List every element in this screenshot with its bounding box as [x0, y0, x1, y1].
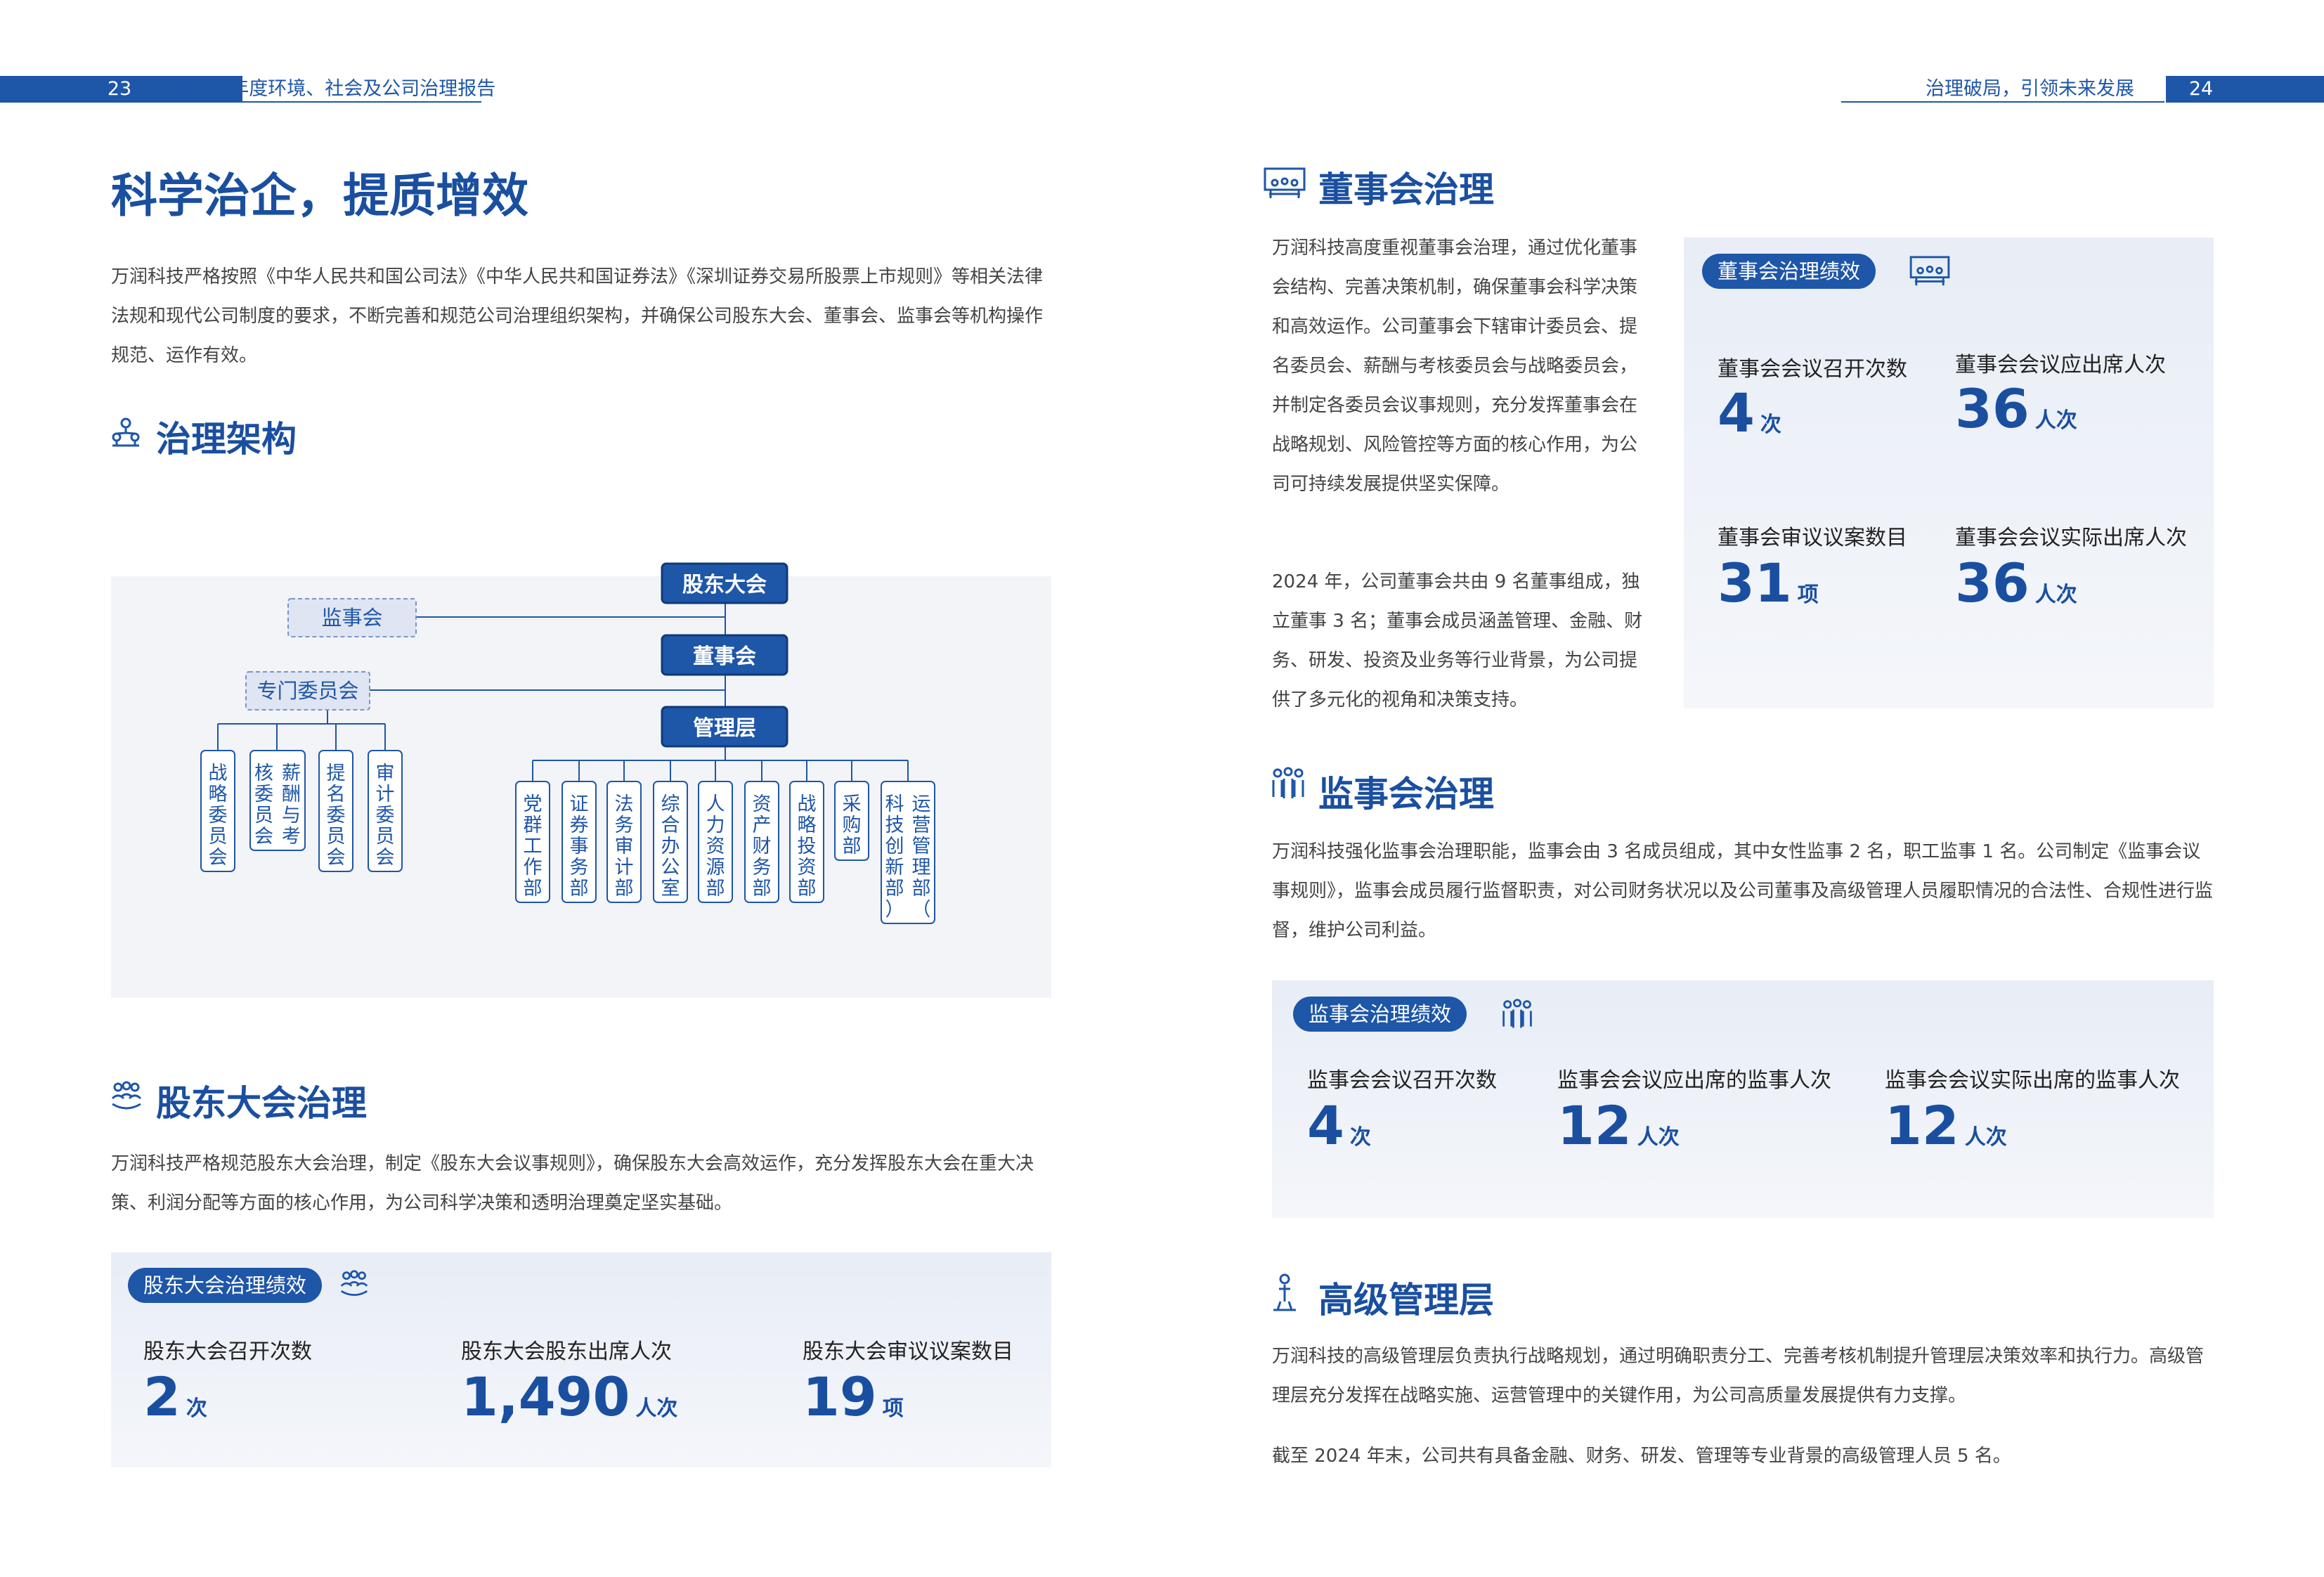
supervisory-performance-pill: 监事会治理绩效 — [1293, 997, 1467, 1032]
org-department-label: 科技创新部） — [885, 793, 904, 921]
supervisory-heading: 监事会治理 — [1318, 774, 1494, 815]
board-paragraph-2: 2024 年，公司董事会共由 9 名董事组成，独立董事 3 名；董事会成员涵盖管… — [1272, 571, 1643, 710]
org-department-label: 采购部 — [843, 793, 862, 857]
board-pill-icon — [1909, 254, 1951, 291]
stat-value: 4次 — [1718, 382, 1781, 444]
org-department-label: 资产财务部 — [753, 793, 772, 900]
board-performance-panel — [1684, 238, 2214, 708]
shareholder-pill-icon — [339, 1269, 370, 1303]
supervisory-icon — [1269, 766, 1307, 805]
org-chart: 股东大会 董事会 管理层 监事会 专门委员会 战略委员会 薪酬与考核委员会 提名委员… — [200, 562, 935, 924]
stat-value: 36 人次 — [1955, 552, 2077, 614]
org-department-label: 运营管理部（ — [912, 793, 931, 921]
org-committee-label: 审计委员会 — [376, 762, 395, 869]
org-department-label: 战略投资部 — [798, 793, 817, 900]
stat-value: 2次 — [143, 1365, 207, 1428]
management-heading: 高级管理层 — [1318, 1280, 1494, 1320]
shareholder-paragraph: 万润科技严格规范股东大会治理，制定《股东大会议事规则》，确保股东大会高效运作，充… — [111, 1153, 1034, 1214]
board-icon — [1264, 166, 1306, 204]
management-paragraph-1: 万润科技的高级管理层负责执行战略规划，通过明确职责分工、完善考核机制提升管理层决… — [1272, 1346, 2205, 1406]
stat-label: 股东大会召开次数 — [143, 1339, 312, 1364]
org-department-label: 党群工作部 — [524, 793, 543, 900]
org-department-label: 法务审计部 — [615, 793, 634, 900]
stat-value: 31 项 — [1718, 552, 1819, 614]
section-title-header: 治理破局，引领未来发展 — [1926, 78, 2134, 100]
shareholder-heading: 股东大会治理 — [156, 1083, 367, 1124]
stat-value: 12 人次 — [1885, 1094, 2007, 1157]
stat-value: 4次 — [1307, 1094, 1371, 1157]
org-committee-label: 提名委员会 — [327, 762, 346, 869]
org-node-supervisory-label: 监事会 — [321, 606, 382, 630]
stat-value: 36 人次 — [1955, 377, 2077, 440]
stat-label: 股东大会股东出席人次 — [461, 1339, 672, 1364]
shareholder-icon — [110, 1080, 143, 1117]
stat-label: 董事会会议实际出席人次 — [1955, 526, 2187, 550]
stat-label: 监事会会议召开次数 — [1307, 1068, 1497, 1093]
shareholder-performance-pill: 股东大会治理绩效 — [128, 1268, 323, 1303]
board-performance-pill: 董事会治理绩效 — [1702, 254, 1876, 289]
stat-label: 董事会审议议案数目 — [1718, 526, 1907, 550]
supervisory-pill-icon — [1500, 998, 1535, 1034]
stat-value: 1,490 人次 — [461, 1365, 678, 1428]
stat-label: 董事会会议召开次数 — [1718, 357, 1907, 382]
stat-label: 监事会会议应出席的监事人次 — [1557, 1068, 1831, 1093]
org-node-management-label: 管理层 — [693, 716, 756, 741]
org-department-label: 证券事务部 — [570, 793, 589, 900]
stat-label: 董事会会议应出席人次 — [1955, 353, 2166, 377]
org-department-label: 综合办公室 — [661, 793, 680, 900]
stat-value: 19 项 — [803, 1365, 904, 1428]
org-committee-label: 薪酬与考 — [282, 762, 301, 848]
org-committee-label: 战略委员会 — [209, 762, 228, 869]
supervisory-paragraph: 万润科技强化监事会治理职能，监事会由 3 名成员组成，其中女性监事 2 名，职工… — [1272, 841, 2214, 941]
board-paragraph-1: 万润科技高度重视董事会治理，通过优化董事会结构、完善决策机制，确保董事会科学决策… — [1272, 238, 1638, 495]
management-icon — [1271, 1273, 1299, 1316]
board-heading: 董事会治理 — [1318, 169, 1494, 210]
stat-value: 12 人次 — [1557, 1094, 1680, 1157]
org-committee-label: 核委员会 — [254, 762, 273, 848]
org-node-shareholders-label: 股东大会 — [682, 573, 767, 597]
management-paragraph-2: 截至 2024 年末，公司共有具备金融、财务、研发、管理等专业背景的高级管理人员… — [1272, 1446, 2011, 1467]
org-node-board-label: 董事会 — [693, 644, 756, 669]
stat-label: 监事会会议实际出席的监事人次 — [1885, 1068, 2180, 1093]
org-department-label: 人力资源部 — [706, 793, 725, 900]
stat-label: 股东大会审议议案数目 — [803, 1339, 1013, 1364]
org-node-committees-label: 专门委员会 — [257, 679, 358, 703]
page-number-right: 24 — [2188, 78, 2214, 100]
